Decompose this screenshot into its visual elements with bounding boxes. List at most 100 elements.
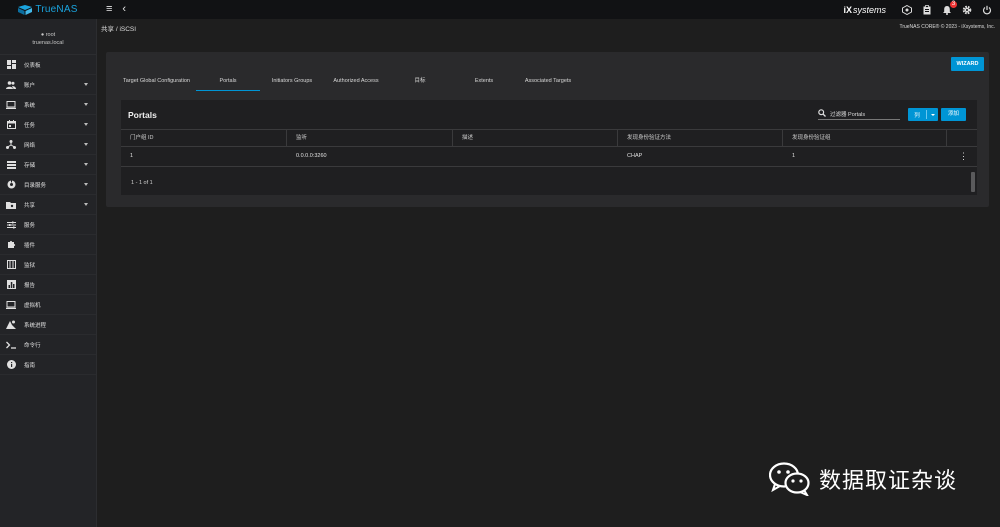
reporting-icon xyxy=(6,280,16,290)
sidebar-item-accounts[interactable]: 账户 xyxy=(0,75,96,95)
sidebar-item-label: 指南 xyxy=(24,362,36,369)
column-header[interactable]: 发现身份验证方法 xyxy=(618,130,783,147)
jails-icon xyxy=(6,260,16,270)
services-icon xyxy=(6,220,16,230)
truenas-logo[interactable]: TrueNAS xyxy=(0,4,96,15)
sidebar-item-network[interactable]: 网络 xyxy=(0,135,96,155)
bell-icon[interactable]: 3 xyxy=(942,0,957,15)
chevron-down-icon xyxy=(84,103,88,106)
table-row[interactable]: 1 0.0.0.0:3260 CHAP 1 ⋮ xyxy=(121,147,977,167)
chevron-down-icon xyxy=(84,203,88,206)
sidebar-item-label: 网络 xyxy=(24,142,36,149)
chevron-down-icon xyxy=(84,83,88,86)
more-options-icon[interactable]: ⋮ xyxy=(959,151,968,161)
button-divider xyxy=(926,110,927,119)
shell-icon xyxy=(6,340,16,350)
shares-icon xyxy=(6,200,16,210)
sidebar-item-label: 系统进程 xyxy=(24,322,47,329)
filter-search[interactable]: 过滤器 Portals xyxy=(818,109,900,120)
chevron-down-icon xyxy=(84,183,88,186)
sidebar-item-label: 命令行 xyxy=(24,342,41,349)
notification-badge: 3 xyxy=(950,0,957,8)
columns-label: 列 xyxy=(914,112,920,119)
sidebar-item-reporting[interactable]: 报告 xyxy=(0,275,96,295)
chevron-down-icon xyxy=(931,113,935,116)
sidebar-item-label: 目录服务 xyxy=(24,182,47,189)
tab-targets[interactable]: 目标 xyxy=(388,72,452,91)
sidebar-item-directory-services[interactable]: 目录服务 xyxy=(0,175,96,195)
sidebar-item-label: 仪表板 xyxy=(24,62,41,69)
sidebar: ● root truenas.local 仪表板 账户 系统 任务 网络 存储 … xyxy=(0,19,97,527)
truenas-logo-icon xyxy=(18,4,33,15)
truecommand-icon[interactable] xyxy=(902,4,912,15)
iscsi-tabs: Target Global Configuration Portals Init… xyxy=(117,72,580,91)
power-icon[interactable] xyxy=(982,5,992,15)
columns-button[interactable]: 列 xyxy=(908,108,938,121)
sidebar-item-label: 服务 xyxy=(24,222,36,229)
sidebar-item-shell[interactable]: 命令行 xyxy=(0,335,96,355)
processes-icon xyxy=(6,320,16,330)
sidebar-item-tasks[interactable]: 任务 xyxy=(0,115,96,135)
tab-extents[interactable]: Extents xyxy=(452,72,516,91)
cell-description xyxy=(453,147,462,166)
menu-toggle-icon[interactable]: ≡ xyxy=(106,0,112,19)
sidebar-item-label: 监狱 xyxy=(24,262,36,269)
sidebar-item-system[interactable]: 系统 xyxy=(0,95,96,115)
search-input[interactable]: 过滤器 Portals xyxy=(830,110,865,118)
scrollbar[interactable] xyxy=(971,172,975,192)
panel-title: Portals xyxy=(128,110,157,120)
calendar-icon xyxy=(6,120,16,130)
storage-icon xyxy=(6,160,16,170)
column-header[interactable]: 门户组 ID xyxy=(121,130,287,147)
copyright: TrueNAS CORE® © 2023 - iXsystems, Inc. xyxy=(899,24,995,30)
clipboard-icon[interactable] xyxy=(922,4,932,15)
back-chevron-icon[interactable]: ‹ xyxy=(122,0,126,19)
top-bar: TrueNAS ≡ ‹ iXsystems 3 xyxy=(0,0,1000,19)
directory-icon xyxy=(6,180,16,190)
gear-icon[interactable] xyxy=(962,5,972,15)
breadcrumb-parent[interactable]: 共享 xyxy=(101,26,114,33)
column-header[interactable]: 监听 xyxy=(287,130,453,147)
sidebar-item-jails[interactable]: 监狱 xyxy=(0,255,96,275)
sidebar-item-storage[interactable]: 存储 xyxy=(0,155,96,175)
plugins-icon xyxy=(6,240,16,250)
user-icon: ● xyxy=(40,32,45,38)
ixsystems-logo[interactable]: iXsystems xyxy=(843,5,886,15)
sidebar-item-label: 账户 xyxy=(24,82,36,89)
add-button[interactable]: 添加 xyxy=(941,108,966,121)
vm-icon xyxy=(6,300,16,310)
column-header[interactable]: 描述 xyxy=(453,130,618,147)
sidebar-item-processes[interactable]: 系统进程 xyxy=(0,315,96,335)
tab-portals[interactable]: Portals xyxy=(196,72,260,91)
tab-associated-targets[interactable]: Associated Targets xyxy=(516,72,580,91)
tab-initiators-groups[interactable]: Initiators Groups xyxy=(260,72,324,91)
sidebar-item-virtual-machines[interactable]: 虚拟机 xyxy=(0,295,96,315)
breadcrumb: 共享 / iSCSI xyxy=(101,23,136,33)
wizard-button[interactable]: WIZARD xyxy=(951,57,984,71)
sidebar-item-label: 共享 xyxy=(24,202,36,209)
logo-text: TrueNAS xyxy=(35,4,77,15)
logo-main-text: TrueNAS xyxy=(35,4,78,15)
column-header[interactable]: 发现身份验证组 xyxy=(783,130,947,147)
sidebar-item-label: 插件 xyxy=(24,242,36,249)
sidebar-item-shares[interactable]: 共享 xyxy=(0,195,96,215)
dashboard-icon xyxy=(6,60,16,70)
cell-discovery-auth-method: CHAP xyxy=(627,153,643,159)
cell-portal-group-id: 1 xyxy=(130,153,134,159)
tab-target-global-configuration[interactable]: Target Global Configuration xyxy=(117,72,196,91)
breadcrumb-bar: 共享 / iSCSI TrueNAS CORE® © 2023 - iXsyst… xyxy=(97,19,1000,36)
sidebar-item-dashboard[interactable]: 仪表板 xyxy=(0,55,96,75)
hostname: truenas.local xyxy=(32,40,64,46)
sidebar-item-services[interactable]: 服务 xyxy=(0,215,96,235)
breadcrumb-separator: / xyxy=(115,26,118,33)
tab-authorized-access[interactable]: Authorized Access xyxy=(324,72,388,91)
brand-systems: systems xyxy=(852,4,886,15)
brand-ix: iX xyxy=(843,4,852,15)
sidebar-item-label: 系统 xyxy=(24,102,36,109)
sidebar-item-plugins[interactable]: 插件 xyxy=(0,235,96,255)
watermark-text: 数据取证杂谈 xyxy=(819,468,958,493)
search-icon xyxy=(818,109,828,119)
sidebar-item-label: 任务 xyxy=(24,122,36,129)
sidebar-item-guide[interactable]: 指南 xyxy=(0,355,96,375)
chevron-down-icon xyxy=(84,143,88,146)
